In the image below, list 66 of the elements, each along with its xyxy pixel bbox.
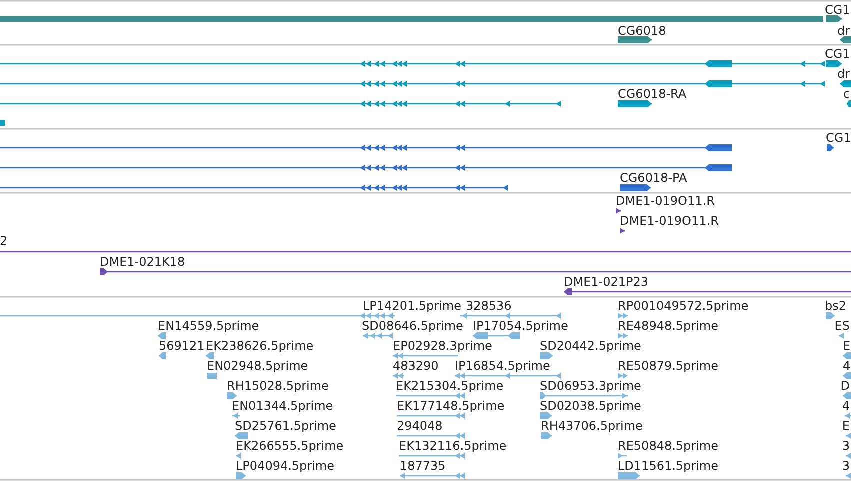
- feature-glyph[interactable]: [826, 16, 842, 22]
- feature-label[interactable]: DME1-021P23: [564, 275, 649, 289]
- feature-label[interactable]: DME1-021K18: [100, 255, 186, 269]
- feature-label[interactable]: E: [843, 339, 851, 353]
- feature-label[interactable]: SD08646.5prime: [362, 319, 464, 333]
- feature-label[interactable]: IP17054.5prime: [473, 319, 568, 333]
- feature-label[interactable]: SD20442.5prime: [540, 339, 642, 353]
- feature-glyph[interactable]: [618, 36, 652, 44]
- feature-label[interactable]: RE50848.5prime: [618, 439, 718, 453]
- feature-label[interactable]: 187735: [400, 459, 446, 473]
- feature-glyph[interactable]: [620, 228, 625, 234]
- feature-label[interactable]: CG6018-PA: [620, 171, 688, 185]
- feature-label[interactable]: RH43706.5prime: [541, 419, 643, 433]
- feature-label[interactable]: RP001049572.5prime: [618, 299, 749, 313]
- feature-label[interactable]: SD06953.3prime: [540, 379, 642, 393]
- feature-glyph[interactable]: [564, 288, 851, 296]
- feature-label[interactable]: IP16854.5prime: [455, 359, 550, 373]
- feature-label[interactable]: SD25761.5prime: [235, 419, 336, 433]
- feature-label[interactable]: 4: [843, 359, 851, 373]
- feature-label[interactable]: CG1: [825, 47, 850, 61]
- feature-glyph[interactable]: [616, 208, 621, 214]
- feature-label[interactable]: 2: [0, 234, 8, 248]
- feature-label[interactable]: 483290: [393, 359, 439, 373]
- feature-label[interactable]: EK215304.5prime: [396, 379, 504, 393]
- feature-glyph[interactable]: [840, 36, 851, 44]
- feature-label[interactable]: RH15028.5prime: [227, 379, 329, 393]
- feature-label[interactable]: EK238626.5prime: [206, 339, 314, 353]
- feature-label[interactable]: 3: [842, 439, 850, 453]
- feature-label[interactable]: EK266555.5prime: [236, 439, 344, 453]
- feature-label[interactable]: EK132116.5prime: [399, 439, 507, 453]
- feature-glyph[interactable]: [618, 100, 652, 108]
- feature-label[interactable]: dr: [837, 24, 850, 38]
- feature-glyph[interactable]: [827, 144, 834, 152]
- feature-label[interactable]: 294048: [397, 419, 443, 433]
- feature-glyph[interactable]: [620, 184, 651, 192]
- feature-label[interactable]: 328536: [466, 299, 512, 313]
- feature-label[interactable]: EN02948.5prime: [207, 359, 308, 373]
- feature-label[interactable]: D: [840, 379, 850, 393]
- feature-label[interactable]: DME1-019O11.R: [616, 194, 715, 208]
- feature-label[interactable]: CG1: [825, 3, 850, 17]
- feature-label[interactable]: EP02928.3prime: [393, 339, 492, 353]
- feature-label[interactable]: CG1: [826, 131, 851, 145]
- feature-label[interactable]: LP14201.5prime: [363, 299, 462, 313]
- feature-label[interactable]: LD11561.5prime: [618, 459, 719, 473]
- feature-label[interactable]: EN14559.5prime: [158, 319, 260, 333]
- feature-label[interactable]: 3: [842, 459, 850, 473]
- feature-label[interactable]: LP04094.5prime: [236, 459, 335, 473]
- feature-label[interactable]: ES: [834, 319, 850, 333]
- feature-label[interactable]: E: [842, 419, 850, 433]
- feature-label[interactable]: EK177148.5prime: [397, 399, 505, 413]
- feature-glyph[interactable]: [847, 100, 851, 108]
- feature-label[interactable]: CG6018: [618, 24, 666, 38]
- feature-label[interactable]: dr: [837, 67, 850, 81]
- feature-label[interactable]: bs2: [825, 299, 847, 313]
- feature-glyph[interactable]: [100, 268, 851, 276]
- feature-label[interactable]: SD02038.5prime: [540, 399, 642, 413]
- feature-label[interactable]: RE48948.5prime: [618, 319, 718, 333]
- feature-glyph: [0, 120, 5, 126]
- feature-label[interactable]: c: [843, 87, 850, 101]
- feature-label[interactable]: 4: [842, 399, 850, 413]
- feature-label[interactable]: 569121: [159, 339, 205, 353]
- feature-label[interactable]: EN01344.5prime: [232, 399, 334, 413]
- feature-label[interactable]: DME1-019O11.R: [620, 214, 719, 228]
- feature-label[interactable]: CG6018-RA: [618, 87, 687, 101]
- feature-label[interactable]: RE50879.5prime: [618, 359, 718, 373]
- feature-glyph[interactable]: [840, 80, 851, 88]
